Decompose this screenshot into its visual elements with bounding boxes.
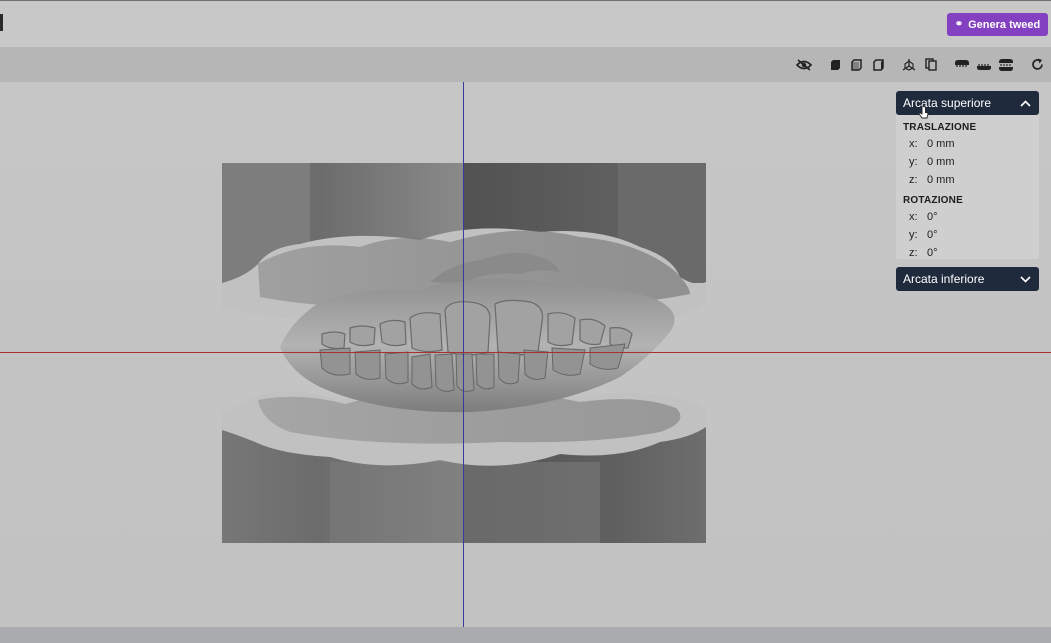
axis-label: y: [909,156,918,168]
translation-z-value[interactable]: 0 mm [927,171,955,189]
lower-arch-header[interactable]: Arcata inferiore [896,267,1039,291]
rotation-title: ROTAZIONE [903,195,963,206]
3d-viewport[interactable] [0,82,1051,627]
translation-z-row[interactable]: z: 0 mm [896,171,1039,189]
axis-label: x: [909,211,918,223]
axis-label: y: [909,229,918,241]
lower-arch-panel: Arcata inferiore [896,267,1039,291]
upper-arch-controls: TRASLAZIONE x: 0 mm y: 0 mm z: 0 mm ROTA… [896,115,1039,259]
translation-y-value[interactable]: 0 mm [927,153,955,171]
cube-front-icon [851,58,862,71]
rotation-y-value[interactable]: 0° [927,226,938,244]
view-front-button[interactable] [846,55,866,74]
generate-tweed-label: Genera tweed [968,18,1041,31]
copy-view-icon [925,58,937,71]
translation-y-row[interactable]: y: 0 mm [896,153,1039,171]
axis-label: x: [909,138,918,150]
chevron-up-icon [1020,99,1031,107]
rotation-x-row[interactable]: x: 0° [896,208,1039,226]
dental-model-render [222,163,706,543]
axis-label: z: [909,247,918,259]
both-arches-icon [999,58,1013,71]
upper-arch-title: Arcata superiore [903,96,992,110]
rotation-y-row[interactable]: y: 0° [896,226,1039,244]
view-side-button[interactable] [868,55,888,74]
rotation-z-value[interactable]: 0° [927,244,938,259]
app-header: ⚭ Genera tweed [0,0,1051,47]
reset-icon [1031,58,1043,70]
reset-view-button[interactable] [1027,55,1047,74]
axes-view-icon [902,59,916,71]
view-toolbar [0,47,1051,82]
cube-solid-icon [831,59,840,70]
show-lower-arch-button[interactable] [974,55,994,74]
rotation-x-value[interactable]: 0° [927,208,938,226]
lower-arch-icon [977,63,991,70]
show-both-arches-button[interactable] [996,55,1016,74]
rotation-z-row[interactable]: z: 0° [896,244,1039,259]
show-upper-arch-button[interactable] [952,55,972,74]
upper-arch-icon [955,59,969,67]
generate-tweed-button[interactable]: ⚭ Genera tweed [947,13,1048,36]
x-axis-line [0,352,1051,353]
header-title-fragment [0,14,3,31]
translation-title: TRASLAZIONE [903,122,977,133]
lower-arch-title: Arcata inferiore [903,272,985,286]
axes-view-button[interactable] [899,55,919,74]
cube-side-icon [873,58,884,71]
mouse-cursor-icon [918,106,929,119]
link-icon: ⚭ [954,19,964,30]
translation-x-value[interactable]: 0 mm [927,135,955,153]
visibility-toggle-button[interactable] [794,55,814,74]
y-axis-line [463,82,464,627]
status-bar [0,627,1051,643]
view-solid-button[interactable] [825,55,845,74]
visibility-off-icon [796,58,812,71]
axis-label: z: [909,174,918,186]
chevron-down-icon [1020,275,1031,283]
translation-x-row[interactable]: x: 0 mm [896,135,1039,153]
copy-view-button[interactable] [921,55,941,74]
